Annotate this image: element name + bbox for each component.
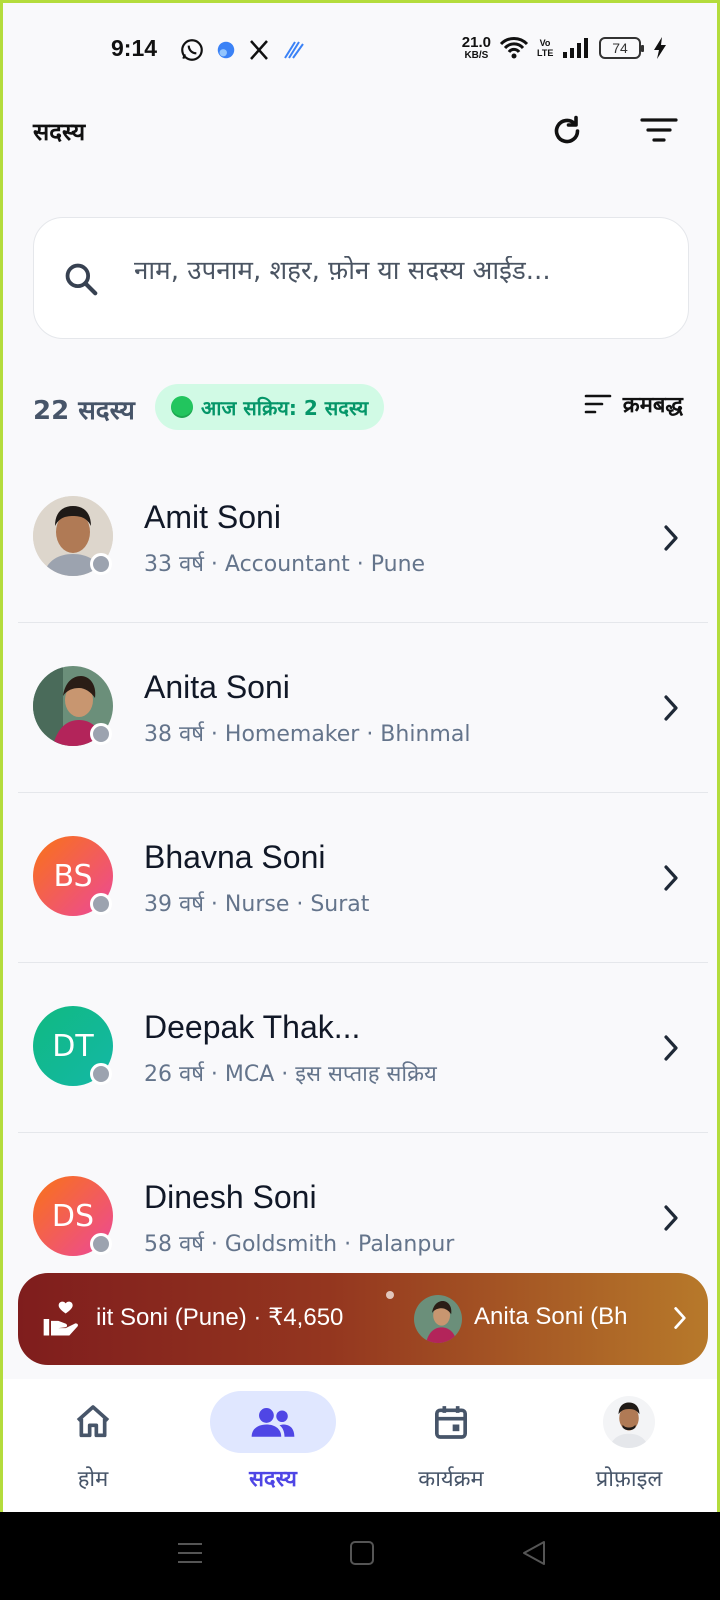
avatar (414, 1295, 462, 1343)
app-icon (217, 41, 235, 59)
status-dot (90, 553, 112, 575)
app-screen: 9:14 21.0 KB/S Vo LTE 74 सदस्य 2 (0, 0, 720, 1512)
ticker-item-text: iit Soni (Pune) · ₹4,650 (96, 1304, 344, 1331)
battery-icon: 74 (599, 37, 644, 59)
green-circle-icon (171, 396, 193, 418)
home-square-icon[interactable] (348, 1538, 376, 1568)
member-list: Amit Soni 33 वर्ष · Accountant · Pune An… (18, 453, 708, 1303)
refresh-icon (554, 115, 580, 144)
active-today-text: आज सक्रिय: 2 सदस्य (201, 395, 369, 420)
person-photo-icon (414, 1295, 462, 1343)
nav-label: कार्यक्रम (418, 1467, 484, 1492)
donation-ticker[interactable]: iit Soni (Pune) · ₹4,650 Anita Soni (Bh (18, 1273, 708, 1365)
nav-home[interactable]: होम (3, 1391, 183, 1511)
page-title: सदस्य (33, 118, 86, 146)
nav-icon-container (566, 1391, 692, 1453)
net-speed-unit: KB/S (464, 50, 489, 61)
search-icon (65, 263, 98, 296)
chevron-right-icon (664, 1035, 678, 1061)
system-navigation-bar (0, 1512, 720, 1600)
status-bar: 9:14 21.0 KB/S Vo LTE 74 (3, 3, 717, 99)
member-name: Dinesh Soni (144, 1179, 317, 1215)
status-time: 9:14 (111, 35, 158, 61)
sort-button[interactable]: क्रमबद्ध (583, 389, 683, 419)
net-speed-value: 21.0 (461, 34, 491, 51)
menu-icon[interactable] (176, 1538, 204, 1568)
filter-icon (640, 118, 678, 142)
status-dot (90, 723, 112, 745)
member-name: Bhavna Soni (144, 839, 326, 875)
members-icon (251, 1408, 295, 1437)
member-name: Anita Soni (144, 669, 290, 705)
member-name: Deepak Thak... (144, 1009, 361, 1045)
x-icon (250, 40, 268, 60)
search-bar[interactable] (33, 217, 689, 339)
signal-icon (563, 38, 588, 58)
sort-icon (584, 394, 612, 414)
chevron-right-icon (664, 865, 678, 891)
nav-label: प्रोफ़ाइल (595, 1467, 663, 1492)
wifi-icon (499, 37, 529, 59)
app-icon (284, 41, 304, 59)
member-meta: 33 वर्ष · Accountant · Pune (144, 552, 426, 577)
active-today-badge: आज सक्रिय: 2 सदस्य (155, 384, 385, 430)
member-count: 22 सदस्य (33, 396, 135, 426)
nav-label: होम (77, 1467, 109, 1492)
system-status-icons: 21.0 KB/S Vo LTE 74 (462, 35, 667, 61)
back-icon[interactable] (520, 1538, 548, 1568)
donation-hand-heart-icon (43, 1301, 78, 1336)
member-meta: 26 वर्ष · MCA · इस सप्ताह सक्रिय (144, 1062, 437, 1087)
notification-icons (179, 37, 305, 63)
net-speed: 21.0 KB/S (462, 35, 491, 61)
calendar-icon (435, 1406, 467, 1439)
chevron-right-icon (664, 525, 678, 551)
filter-button[interactable] (635, 107, 683, 155)
nav-icon-container (210, 1391, 336, 1453)
charging-icon (654, 37, 666, 59)
member-name: Amit Soni (144, 499, 281, 535)
member-row[interactable]: DT Deepak Thak... 26 वर्ष · MCA · इस सप्… (18, 963, 708, 1133)
volte-label: Vo LTE (537, 38, 554, 58)
chevron-right-icon (664, 1205, 678, 1231)
search-input[interactable] (134, 256, 674, 286)
ticker-item-text: Anita Soni (Bh (474, 1303, 628, 1330)
status-dot (90, 893, 112, 915)
member-meta: 39 वर्ष · Nurse · Surat (144, 892, 370, 917)
home-icon (76, 1405, 110, 1438)
nav-label: सदस्य (249, 1467, 297, 1492)
status-dot (90, 1233, 112, 1255)
nav-icon-container (388, 1391, 514, 1453)
member-meta: 58 वर्ष · Goldsmith · Palanpur (144, 1232, 455, 1257)
profile-avatar (603, 1396, 655, 1448)
nav-members[interactable]: सदस्य (183, 1391, 363, 1511)
sort-label: क्रमबद्ध (622, 393, 683, 418)
whatsapp-icon (181, 39, 203, 61)
member-row[interactable]: BS Bhavna Soni 39 वर्ष · Nurse · Surat (18, 793, 708, 963)
chevron-right-icon (664, 695, 678, 721)
person-photo-icon (603, 1396, 655, 1448)
nav-icon-container (30, 1391, 156, 1453)
nav-events[interactable]: कार्यक्रम (361, 1391, 541, 1511)
ticker-dot (386, 1291, 394, 1299)
member-row[interactable]: Anita Soni 38 वर्ष · Homemaker · Bhinmal (18, 623, 708, 793)
chevron-right-icon (674, 1307, 686, 1329)
status-dot (90, 1063, 112, 1085)
bottom-navigation: होम सदस्य कार्यक्रम प्रोफ़ाइल (3, 1379, 717, 1512)
member-row[interactable]: Amit Soni 33 वर्ष · Accountant · Pune (18, 453, 708, 623)
refresh-button[interactable] (543, 107, 591, 155)
nav-profile[interactable]: प्रोफ़ाइल (539, 1391, 717, 1511)
member-meta: 38 वर्ष · Homemaker · Bhinmal (144, 722, 471, 747)
